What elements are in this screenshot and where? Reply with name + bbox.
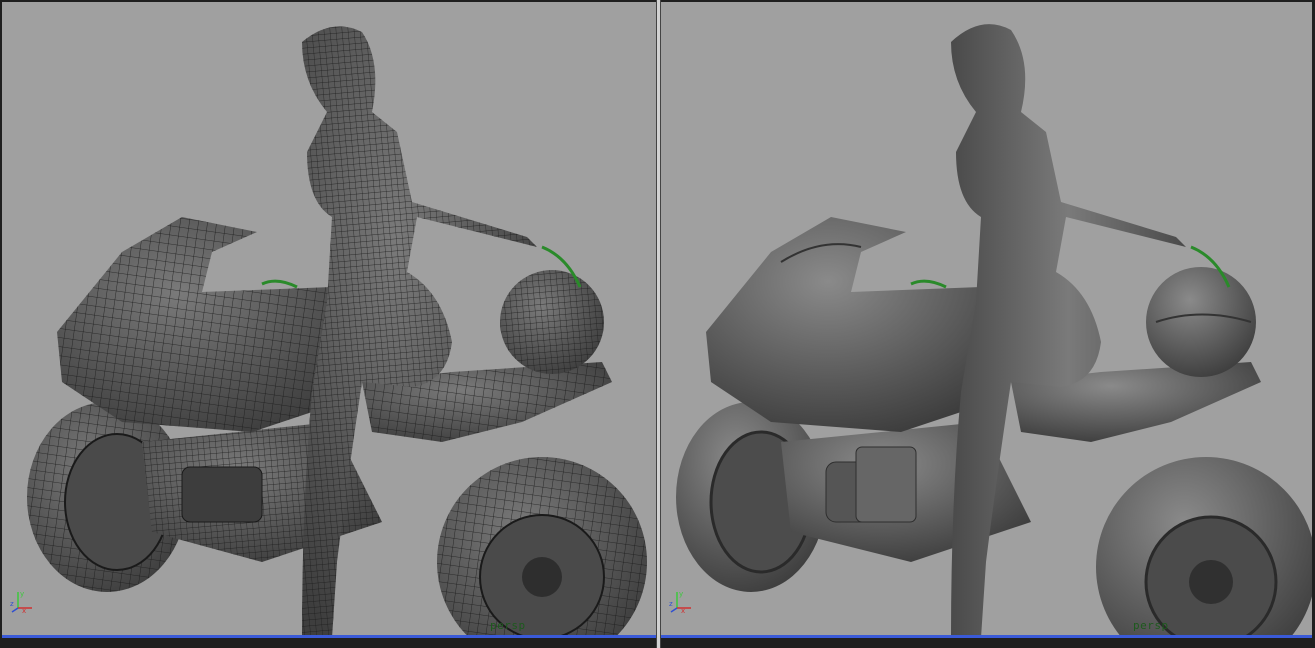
scene-wireframe-render bbox=[27, 26, 647, 638]
maya-viewport-panel: y x z persp y x z persp bbox=[0, 0, 1315, 648]
helmet bbox=[500, 270, 604, 374]
rear-wheel bbox=[1096, 457, 1312, 638]
helmet bbox=[1146, 267, 1256, 377]
svg-text:z: z bbox=[669, 600, 673, 608]
svg-text:y: y bbox=[679, 590, 683, 598]
svg-text:y: y bbox=[20, 590, 24, 598]
svg-text:x: x bbox=[681, 607, 685, 614]
camera-label: persp bbox=[490, 619, 526, 632]
scene-shaded-render bbox=[676, 24, 1312, 638]
viewport-wireframe[interactable]: y x z persp bbox=[2, 2, 656, 638]
viewport-shaded[interactable]: y x z persp bbox=[661, 2, 1312, 638]
active-viewport-border bbox=[2, 635, 656, 638]
svg-text:x: x bbox=[22, 607, 26, 614]
svg-text:z: z bbox=[10, 600, 14, 608]
axis-gizmo: y x z bbox=[669, 588, 695, 615]
rear-wheel bbox=[437, 457, 647, 638]
axis-gizmo: y x z bbox=[10, 588, 36, 615]
camera-label: persp bbox=[1133, 619, 1169, 632]
active-viewport-border bbox=[661, 635, 1312, 638]
